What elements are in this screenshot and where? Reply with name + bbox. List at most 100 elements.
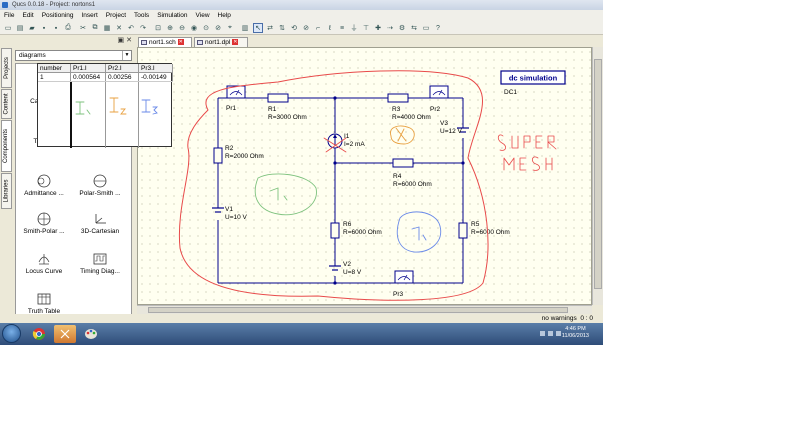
cut-icon[interactable]: ✂ xyxy=(78,23,88,33)
tray-volume-icon[interactable] xyxy=(556,331,561,336)
component-timing-diagram[interactable]: Timing Diag... xyxy=(74,252,126,275)
paint-icon[interactable] xyxy=(80,325,102,343)
zoom-page-icon[interactable]: ⊘ xyxy=(213,23,223,33)
windows-start-icon[interactable] xyxy=(2,324,21,343)
wire-icon[interactable]: ⌐ xyxy=(313,23,323,33)
status-bar: no warnings 0 : 0 xyxy=(0,314,603,323)
qucs-app-icon xyxy=(2,2,8,8)
mirror-y-icon[interactable]: ⇅ xyxy=(277,23,287,33)
simulate-icon[interactable]: ⚙ xyxy=(397,23,407,33)
taskbar-clock[interactable]: 4:46 PM 11/06/2013 xyxy=(562,326,589,340)
menu-tools[interactable]: Tools xyxy=(130,10,153,21)
redo-icon[interactable]: ↷ xyxy=(138,23,148,33)
component-3d-cartesian[interactable]: 3D-Cartesian xyxy=(74,212,126,235)
undo-icon[interactable]: ↶ xyxy=(126,23,136,33)
paste-icon[interactable]: ▦ xyxy=(102,23,112,33)
tab-libraries[interactable]: Libraries xyxy=(1,173,12,209)
value-r4: R=6000 Ohm xyxy=(393,181,432,188)
ground-icon[interactable]: ⏚ xyxy=(349,23,359,33)
menu-project[interactable]: Project xyxy=(102,10,130,21)
menu-simulation[interactable]: Simulation xyxy=(153,10,191,21)
label-pr1: Pr1 xyxy=(226,105,237,112)
label-v2: V2 xyxy=(343,261,351,268)
label-pr2: Pr2 xyxy=(430,106,441,113)
component-locus-curve[interactable]: Locus Curve xyxy=(18,252,70,275)
dc-simulation-block[interactable]: dc simulation DC1 xyxy=(500,70,566,96)
menu-insert[interactable]: Insert xyxy=(78,10,102,21)
tab-nort1-dpl[interactable]: nort1.dpl ✕ xyxy=(194,37,248,47)
qucs-taskbar-icon[interactable] xyxy=(54,325,76,343)
component-admittance[interactable]: Admittance ... xyxy=(18,174,70,197)
component-polar-smith[interactable]: Polar-Smith ... xyxy=(74,174,126,197)
close-icon[interactable]: ✕ xyxy=(126,37,132,44)
zoom-fit-icon[interactable]: ⊡ xyxy=(153,23,163,33)
move-text-icon[interactable]: ⇢ xyxy=(385,23,395,33)
align-icon[interactable]: ▥ xyxy=(240,23,250,33)
save-all-icon[interactable]: ▪ xyxy=(51,23,61,33)
chrome-icon[interactable] xyxy=(28,325,50,343)
tray-flag-icon[interactable] xyxy=(540,331,545,336)
results-table[interactable]: number Pr1.I Pr2.I Pr3.I 1 0.000564 0.00… xyxy=(37,63,173,148)
value-r2: R=2000 Ohm xyxy=(225,153,264,160)
vertical-scroll-thumb[interactable] xyxy=(594,59,602,289)
menu-view[interactable]: View xyxy=(192,10,214,21)
page-icon[interactable]: ▭ xyxy=(421,23,431,33)
copy-icon[interactable]: ⧉ xyxy=(90,23,100,33)
probe-pr3[interactable] xyxy=(394,270,414,284)
menu-help[interactable]: Help xyxy=(214,10,235,21)
component-truth-table[interactable]: Truth Table xyxy=(18,292,70,315)
horizontal-scrollbar[interactable] xyxy=(137,305,592,314)
menu-edit[interactable]: Edit xyxy=(18,10,37,21)
wire-label-icon[interactable]: ℓ xyxy=(325,23,335,33)
label-r2: R2 xyxy=(225,145,234,152)
resistor-r5[interactable] xyxy=(458,222,468,239)
print-icon[interactable]: ⎙ xyxy=(63,23,73,33)
resistor-r4[interactable] xyxy=(392,158,414,168)
resistor-r1[interactable] xyxy=(267,93,289,103)
chevron-down-icon[interactable]: ▼ xyxy=(122,51,131,60)
zoom-area-icon[interactable]: ⊙ xyxy=(201,23,211,33)
menu-file[interactable]: File xyxy=(0,10,18,21)
value-r5: R=6000 Ohm xyxy=(471,229,510,236)
delete-icon[interactable]: ✕ xyxy=(114,23,124,33)
vertical-scrollbar[interactable] xyxy=(592,47,603,305)
set-marker-icon[interactable]: ✚ xyxy=(373,23,383,33)
activate-icon[interactable]: ⊘ xyxy=(301,23,311,33)
probe-pr2[interactable] xyxy=(429,85,449,99)
side-tabs: Projects Content Components Libraries xyxy=(0,36,13,316)
resistor-r6[interactable] xyxy=(330,222,340,239)
menu-positioning[interactable]: Positioning xyxy=(38,10,78,21)
new-text-icon[interactable]: ▤ xyxy=(15,23,25,33)
schematic-canvas[interactable]: dc simulation DC1 Pr1 R1 R=3000 Ohm R3 R… xyxy=(137,47,592,305)
float-icon[interactable]: ▣ xyxy=(118,37,125,44)
view-data-icon[interactable]: ⇆ xyxy=(409,23,419,33)
value-r3: R=4000 Ohm xyxy=(392,114,431,121)
zoom-out-icon[interactable]: ⊖ xyxy=(177,23,187,33)
tray-network-icon[interactable] xyxy=(548,331,553,336)
select-cursor-icon[interactable]: ↖ xyxy=(253,23,263,33)
component-group-select[interactable]: diagrams ▼ xyxy=(15,50,132,61)
component-smith-polar[interactable]: Smith-Polar ... xyxy=(18,212,70,235)
tab-nort1-sch[interactable]: nort1.sch ✕ xyxy=(138,37,192,47)
horizontal-scroll-thumb[interactable] xyxy=(148,307,568,313)
display-file-icon xyxy=(197,40,203,45)
save-icon[interactable]: ▪ xyxy=(39,23,49,33)
new-file-icon[interactable]: ▭ xyxy=(3,23,13,33)
label-r4: R4 xyxy=(393,173,402,180)
tab-projects[interactable]: Projects xyxy=(1,48,12,88)
resistor-r2[interactable] xyxy=(213,147,223,164)
open-file-icon[interactable]: ▰ xyxy=(27,23,37,33)
port-icon[interactable]: ⊤ xyxy=(361,23,371,33)
rotate-icon[interactable]: ⟲ xyxy=(289,23,299,33)
tab-content[interactable]: Content xyxy=(1,89,12,119)
zoom-one-icon[interactable]: ◉ xyxy=(189,23,199,33)
whats-this-icon[interactable]: ? xyxy=(433,23,443,33)
mirror-x-icon[interactable]: ⇄ xyxy=(265,23,275,33)
resistor-r3[interactable] xyxy=(387,93,409,103)
close-tab-icon[interactable]: ✕ xyxy=(232,39,239,46)
close-tab-icon[interactable]: ✕ xyxy=(177,39,184,46)
go-to-schematic-icon[interactable]: ⌖ xyxy=(225,23,235,33)
zoom-in-icon[interactable]: ⊕ xyxy=(165,23,175,33)
equation-icon[interactable]: ≡ xyxy=(337,23,347,33)
tab-components[interactable]: Components xyxy=(1,120,12,172)
